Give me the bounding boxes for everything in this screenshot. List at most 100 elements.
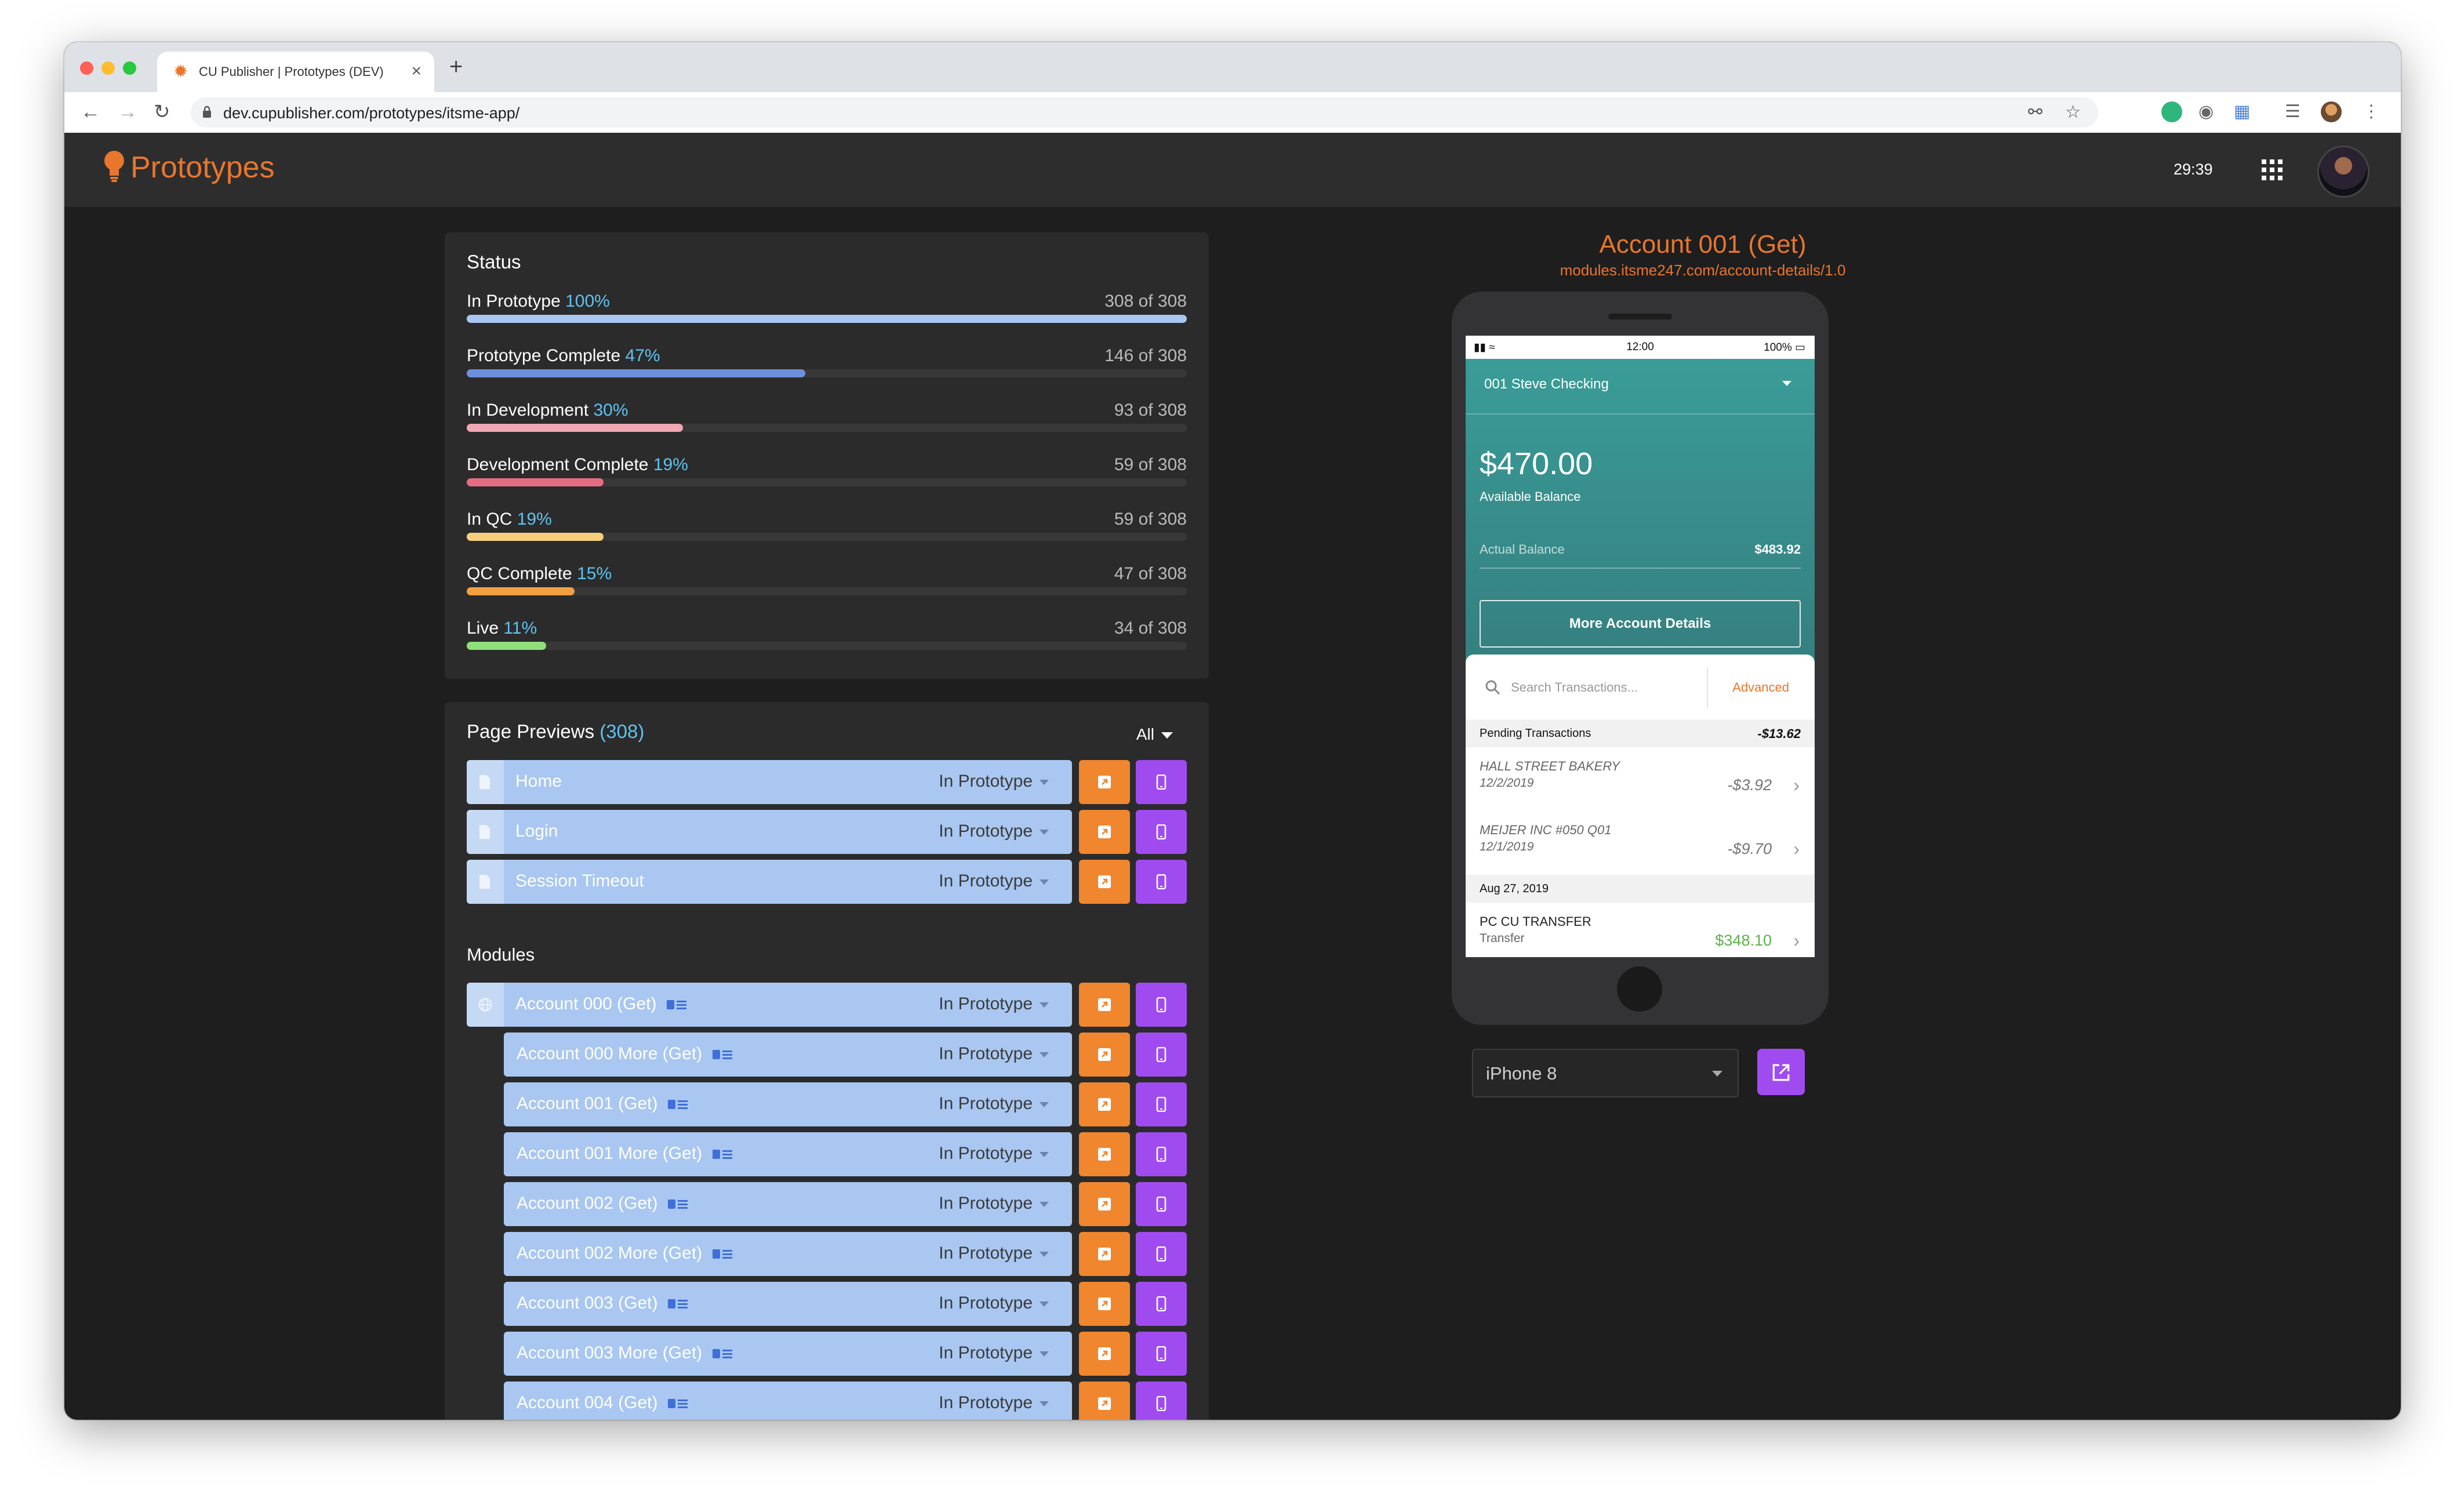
profile-avatar-icon[interactable]	[2321, 101, 2342, 122]
status-dropdown[interactable]: In Prototype	[939, 821, 1049, 841]
new-tab-icon[interactable]: +	[449, 55, 463, 78]
transaction-amount: -$3.92	[1727, 776, 1772, 794]
status-dropdown[interactable]: In Prototype	[939, 1044, 1049, 1064]
mobile-preview-button[interactable]	[1136, 1332, 1187, 1376]
open-preview-button[interactable]	[1079, 760, 1130, 804]
mobile-preview-button[interactable]	[1136, 1033, 1187, 1077]
screenshot-extension-icon[interactable]: ▦	[2234, 101, 2250, 122]
status-percent: 19%	[517, 510, 552, 529]
address-bar[interactable]: dev.cupublisher.com/prototypes/itsme-app…	[191, 97, 2098, 128]
close-tab-icon[interactable]: ×	[411, 61, 421, 82]
transaction-row[interactable]: MEIJER INC #050 Q01 12/1/2019 -$9.70 ›	[1466, 811, 1815, 876]
bookmark-star-icon[interactable]: ☆	[2065, 103, 2081, 122]
more-account-details-button[interactable]: More Account Details	[1480, 600, 1801, 648]
lightbulb-logo-icon	[104, 151, 124, 182]
forward-icon[interactable]: →	[118, 100, 137, 123]
preview-item[interactable]: Session Timeout In Prototype	[467, 860, 1072, 904]
device-select[interactable]: iPhone 8	[1472, 1049, 1739, 1097]
open-preview-button[interactable]	[1079, 1232, 1130, 1276]
preview-item[interactable]: Account 001 More (Get) In Prototype	[504, 1132, 1072, 1176]
mobile-preview-button[interactable]	[1136, 810, 1187, 854]
mobile-preview-button[interactable]	[1136, 1382, 1187, 1420]
date-group-header: Aug 27, 2019	[1466, 875, 1815, 903]
open-preview-button[interactable]	[1079, 1332, 1130, 1376]
mobile-preview-button[interactable]	[1136, 1182, 1187, 1226]
status-dropdown[interactable]: In Prototype	[939, 772, 1049, 791]
status-row: In QC 19% 59 of 308	[467, 505, 1187, 559]
transaction-row[interactable]: PC CU TRANSFER Transfer $348.10 ›	[1466, 903, 1815, 957]
preview-item[interactable]: Account 004 (Get) In Prototype	[504, 1382, 1072, 1420]
account-selector[interactable]: 001 Steve Checking	[1484, 376, 1609, 392]
status-dropdown[interactable]: In Prototype	[939, 1343, 1049, 1363]
app-logo-text[interactable]: Prototypes	[130, 150, 275, 185]
open-preview-button[interactable]	[1079, 860, 1130, 904]
status-percent: 11%	[503, 619, 537, 638]
open-preview-button[interactable]	[1079, 1132, 1130, 1176]
phone-time: 12:00	[1626, 341, 1654, 353]
close-window-button[interactable]	[80, 61, 93, 75]
status-dropdown[interactable]: In Prototype	[939, 1293, 1049, 1313]
transaction-row[interactable]: HALL STREET BAKERY 12/2/2019 -$3.92 ›	[1466, 747, 1815, 812]
grammarly-extension-icon[interactable]	[2161, 101, 2182, 122]
preview-item[interactable]: Account 002 More (Get) In Prototype	[504, 1232, 1072, 1276]
phone-home-button	[1617, 966, 1662, 1012]
preview-item[interactable]: Account 001 (Get) In Prototype	[504, 1082, 1072, 1126]
status-label: In QC 19%	[467, 510, 552, 529]
caret-down-icon	[1040, 1052, 1049, 1057]
preview-row: Account 001 (Get) In Prototype	[467, 1082, 1187, 1126]
open-preview-button[interactable]	[1079, 1082, 1130, 1126]
advanced-search-link[interactable]: Advanced	[1732, 680, 1789, 695]
user-avatar[interactable]	[2317, 146, 2369, 198]
url-text: dev.cupublisher.com/prototypes/itsme-app…	[223, 104, 520, 122]
filter-dropdown[interactable]: All	[1136, 725, 1173, 744]
progress-fill	[467, 642, 546, 650]
preview-item[interactable]: Account 000 More (Get) In Prototype	[504, 1033, 1072, 1077]
mobile-preview-button[interactable]	[1136, 983, 1187, 1027]
open-external-button[interactable]	[1757, 1049, 1805, 1095]
status-dropdown[interactable]: In Prototype	[939, 871, 1049, 891]
open-preview-button[interactable]	[1079, 1282, 1130, 1326]
preview-item[interactable]: Account 000 (Get) In Prototype	[467, 983, 1072, 1027]
preview-item[interactable]: Login In Prototype	[467, 810, 1072, 854]
chevron-down-icon[interactable]	[1782, 381, 1791, 386]
preview-url[interactable]: modules.itsme247.com/account-details/1.0	[1442, 261, 1964, 279]
maximize-window-button[interactable]	[123, 61, 136, 75]
open-preview-button[interactable]	[1079, 810, 1130, 854]
search-input[interactable]: Search Transactions...	[1511, 680, 1638, 695]
phone-icon	[1156, 1047, 1166, 1062]
status-dropdown[interactable]: In Prototype	[939, 1393, 1049, 1413]
camera-extension-icon[interactable]: ◉	[2198, 101, 2214, 122]
mobile-preview-button[interactable]	[1136, 1282, 1187, 1326]
preview-item[interactable]: Account 003 (Get) In Prototype	[504, 1282, 1072, 1326]
open-preview-button[interactable]	[1079, 1182, 1130, 1226]
key-icon[interactable]: ⚯	[2028, 103, 2043, 122]
status-dropdown[interactable]: In Prototype	[939, 994, 1049, 1014]
open-preview-button[interactable]	[1079, 1033, 1130, 1077]
status-dropdown[interactable]: In Prototype	[939, 1144, 1049, 1164]
mobile-preview-button[interactable]	[1136, 1132, 1187, 1176]
apps-grid-icon[interactable]	[2262, 159, 2283, 180]
reload-icon[interactable]: ↻	[154, 100, 170, 123]
preview-row: Account 004 (Get) In Prototype	[467, 1382, 1187, 1420]
status-dropdown[interactable]: In Prototype	[939, 1194, 1049, 1213]
open-preview-button[interactable]	[1079, 1382, 1130, 1420]
open-preview-button[interactable]	[1079, 983, 1130, 1027]
browser-tab[interactable]: ✹ CU Publisher | Prototypes (DEV) ×	[157, 52, 434, 92]
mobile-preview-button[interactable]	[1136, 860, 1187, 904]
minimize-window-button[interactable]	[101, 61, 115, 75]
mobile-preview-button[interactable]	[1136, 760, 1187, 804]
back-icon[interactable]: ←	[81, 100, 100, 123]
page-count: (308)	[599, 721, 645, 742]
preview-item[interactable]: Account 003 More (Get) In Prototype	[504, 1332, 1072, 1376]
mobile-preview-button[interactable]	[1136, 1082, 1187, 1126]
caret-down-icon	[1040, 779, 1049, 785]
preview-item[interactable]: Account 002 (Get) In Prototype	[504, 1182, 1072, 1226]
mobile-preview-button[interactable]	[1136, 1232, 1187, 1276]
status-label: Development Complete 19%	[467, 455, 688, 474]
status-dropdown[interactable]: In Prototype	[939, 1244, 1049, 1263]
preview-item[interactable]: Home In Prototype	[467, 760, 1072, 804]
browser-menu-icon[interactable]: ⋮	[2363, 101, 2380, 122]
media-control-icon[interactable]: ☰	[2285, 101, 2301, 122]
progress-track	[467, 642, 1187, 650]
status-dropdown[interactable]: In Prototype	[939, 1094, 1049, 1114]
